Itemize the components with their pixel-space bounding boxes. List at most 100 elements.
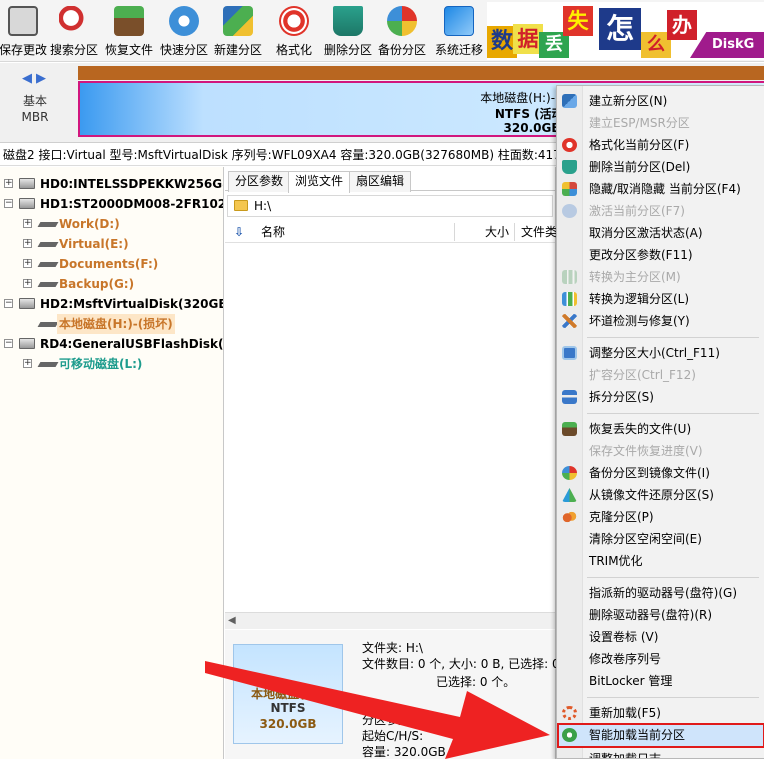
tab-partition-params[interactable]: 分区参数	[228, 171, 291, 192]
mini-part-fs: NTFS	[270, 701, 306, 715]
menu-label: 备份分区到镜像文件(I)	[589, 466, 710, 480]
menu-format-partition[interactable]: 格式化当前分区(F)	[557, 134, 764, 156]
detail-selected: 已选择: 0 个。	[436, 675, 516, 689]
prev-disk-icon[interactable]: ◀	[22, 71, 32, 86]
convert-logical-icon	[562, 292, 577, 306]
menu-reload[interactable]: 重新加载(F5)	[557, 702, 764, 724]
menu-label: 克隆分区(P)	[589, 510, 654, 524]
menu-remove-drive-letter[interactable]: 删除驱动器号(盘符)(R)	[557, 604, 764, 626]
mini-partition-block: 本地磁盘(H:) NTFS 320.0GB	[233, 644, 343, 744]
column-size[interactable]: 大小	[485, 221, 509, 243]
menu-activate-partition[interactable]: 激活当前分区(F7)	[557, 200, 764, 222]
horizontal-scrollbar[interactable]: ◀	[225, 612, 555, 629]
detail-folder: 文件夹: H:\	[362, 641, 423, 655]
convert-primary-icon	[562, 270, 577, 284]
menu-label: 转换为逻辑分区(L)	[589, 292, 690, 306]
menu-backup-to-image[interactable]: 备份分区到镜像文件(I)	[557, 462, 764, 484]
menu-deactivate-partition[interactable]: 取消分区激活状态(A)	[557, 222, 764, 244]
tree-expander[interactable]: −	[4, 339, 13, 348]
column-type[interactable]: 文件类	[521, 221, 557, 243]
menu-split-partition[interactable]: 拆分分区(S)	[557, 386, 764, 408]
format-button[interactable]: 格式化	[273, 0, 315, 60]
menu-assign-drive-letter[interactable]: 指派新的驱动器号(盘符)(G)	[557, 582, 764, 604]
menu-trim-optimize[interactable]: TRIM优化	[557, 550, 764, 572]
menu-label: 修改卷序列号	[589, 652, 662, 666]
menu-separator	[587, 697, 759, 698]
menu-set-volume-label[interactable]: 设置卷标 (V)	[557, 626, 764, 648]
sort-arrow-icon[interactable]: ⇩	[234, 221, 244, 243]
new-partition-icon	[562, 94, 577, 108]
tab-sector-edit[interactable]: 扇区编辑	[349, 171, 412, 192]
menu-label: 从镜像文件还原分区(S)	[589, 488, 714, 502]
menu-delete-partition[interactable]: 删除当前分区(Del)	[557, 156, 764, 178]
system-migrate-button[interactable]: 系统迁移	[434, 0, 484, 60]
menu-create-esp-msr[interactable]: 建立ESP/MSR分区	[557, 112, 764, 134]
menu-separator	[587, 577, 759, 578]
new-partition-button[interactable]: 新建分区	[214, 0, 262, 60]
menu-bad-sector-check[interactable]: 坏道检测与修复(Y)	[557, 310, 764, 332]
ad-banner[interactable]: 数 据 丢 失 怎 么 办 DiskG	[487, 2, 764, 60]
delete-partition-button[interactable]: 删除分区	[324, 0, 372, 60]
menu-save-recovery-progress[interactable]: 保存文件恢复进度(V)	[557, 440, 764, 462]
menu-adjust-load-log[interactable]: 调整加载日志	[557, 748, 764, 758]
menu-change-params[interactable]: 更改分区参数(F11)	[557, 244, 764, 266]
column-separator[interactable]	[514, 223, 515, 241]
tree-label: Virtual(E:)	[59, 237, 129, 251]
tree-expander[interactable]: +	[23, 239, 32, 248]
menu-wipe-free-space[interactable]: 清除分区空闲空间(E)	[557, 528, 764, 550]
menu-label: 智能加载当前分区	[589, 728, 686, 742]
activate-icon	[562, 204, 577, 218]
disk-icon	[19, 338, 35, 349]
menu-label: 删除驱动器号(盘符)(R)	[589, 608, 713, 622]
scroll-left-icon[interactable]: ◀	[228, 613, 236, 629]
quick-partition-icon	[169, 6, 199, 36]
column-separator[interactable]	[454, 223, 455, 241]
tree-expander[interactable]: −	[4, 199, 13, 208]
split-icon	[562, 390, 577, 404]
quick-partition-button[interactable]: 快速分区	[160, 0, 208, 60]
path-bar[interactable]: H:\	[227, 195, 553, 217]
menu-recover-files[interactable]: 恢复丢失的文件(U)	[557, 418, 764, 440]
tab-browse-files[interactable]: 浏览文件	[288, 171, 351, 193]
tree-label: HD1:ST2000DM008-2FR102(18	[40, 197, 223, 211]
menu-label: 重新加载(F5)	[589, 706, 661, 720]
save-changes-button[interactable]: 保存更改	[0, 0, 47, 60]
menu-label: 恢复丢失的文件(U)	[589, 422, 692, 436]
tree-expander[interactable]: +	[4, 179, 13, 188]
file-list-header: ⇩ 名称 大小 文件类	[225, 221, 557, 243]
search-partition-button[interactable]: 搜索分区	[50, 0, 98, 60]
tree-expander[interactable]: +	[23, 359, 32, 368]
menu-label: 坏道检测与修复(Y)	[589, 314, 690, 328]
next-disk-icon[interactable]: ▶	[36, 71, 46, 86]
menu-label: 格式化当前分区(F)	[589, 138, 690, 152]
menu-label: 保存文件恢复进度(V)	[589, 444, 703, 458]
menu-change-serial[interactable]: 修改卷序列号	[557, 648, 764, 670]
menu-smart-load[interactable]: 智能加载当前分区	[557, 723, 764, 748]
menu-clone-partition[interactable]: 克隆分区(P)	[557, 506, 764, 528]
backup-partition-button[interactable]: 备份分区	[378, 0, 426, 60]
tree-expander[interactable]: +	[23, 279, 32, 288]
tree-label: Documents(F:)	[59, 257, 159, 271]
save-changes-label: 保存更改	[0, 43, 47, 57]
menu-restore-from-image[interactable]: 从镜像文件还原分区(S)	[557, 484, 764, 506]
tree-expander[interactable]: +	[23, 259, 32, 268]
menu-resize-partition[interactable]: 调整分区大小(Ctrl_F11)	[557, 342, 764, 364]
tree-expander[interactable]: +	[23, 219, 32, 228]
menu-bitlocker[interactable]: BitLocker 管理	[557, 670, 764, 692]
banner-char-5: 怎	[599, 8, 641, 50]
hide-icon	[562, 182, 577, 196]
menu-hide-partition[interactable]: 隐藏/取消隐藏 当前分区(F4)	[557, 178, 764, 200]
menu-label: 激活当前分区(F7)	[589, 204, 685, 218]
partition-icon	[37, 362, 59, 367]
tools-icon	[562, 314, 577, 328]
menu-label: 指派新的驱动器号(盘符)(G)	[589, 586, 738, 600]
menu-extend-partition[interactable]: 扩容分区(Ctrl_F12)	[557, 364, 764, 386]
recover-file-button[interactable]: 恢复文件	[105, 0, 153, 60]
column-name[interactable]: 名称	[261, 221, 285, 243]
menu-label: 更改分区参数(F11)	[589, 248, 693, 262]
format-label: 格式化	[275, 43, 312, 57]
tree-expander[interactable]: −	[4, 299, 13, 308]
menu-convert-logical[interactable]: 转换为逻辑分区(L)	[557, 288, 764, 310]
menu-create-partition[interactable]: 建立新分区(N)	[557, 90, 764, 112]
menu-convert-primary[interactable]: 转换为主分区(M)	[557, 266, 764, 288]
